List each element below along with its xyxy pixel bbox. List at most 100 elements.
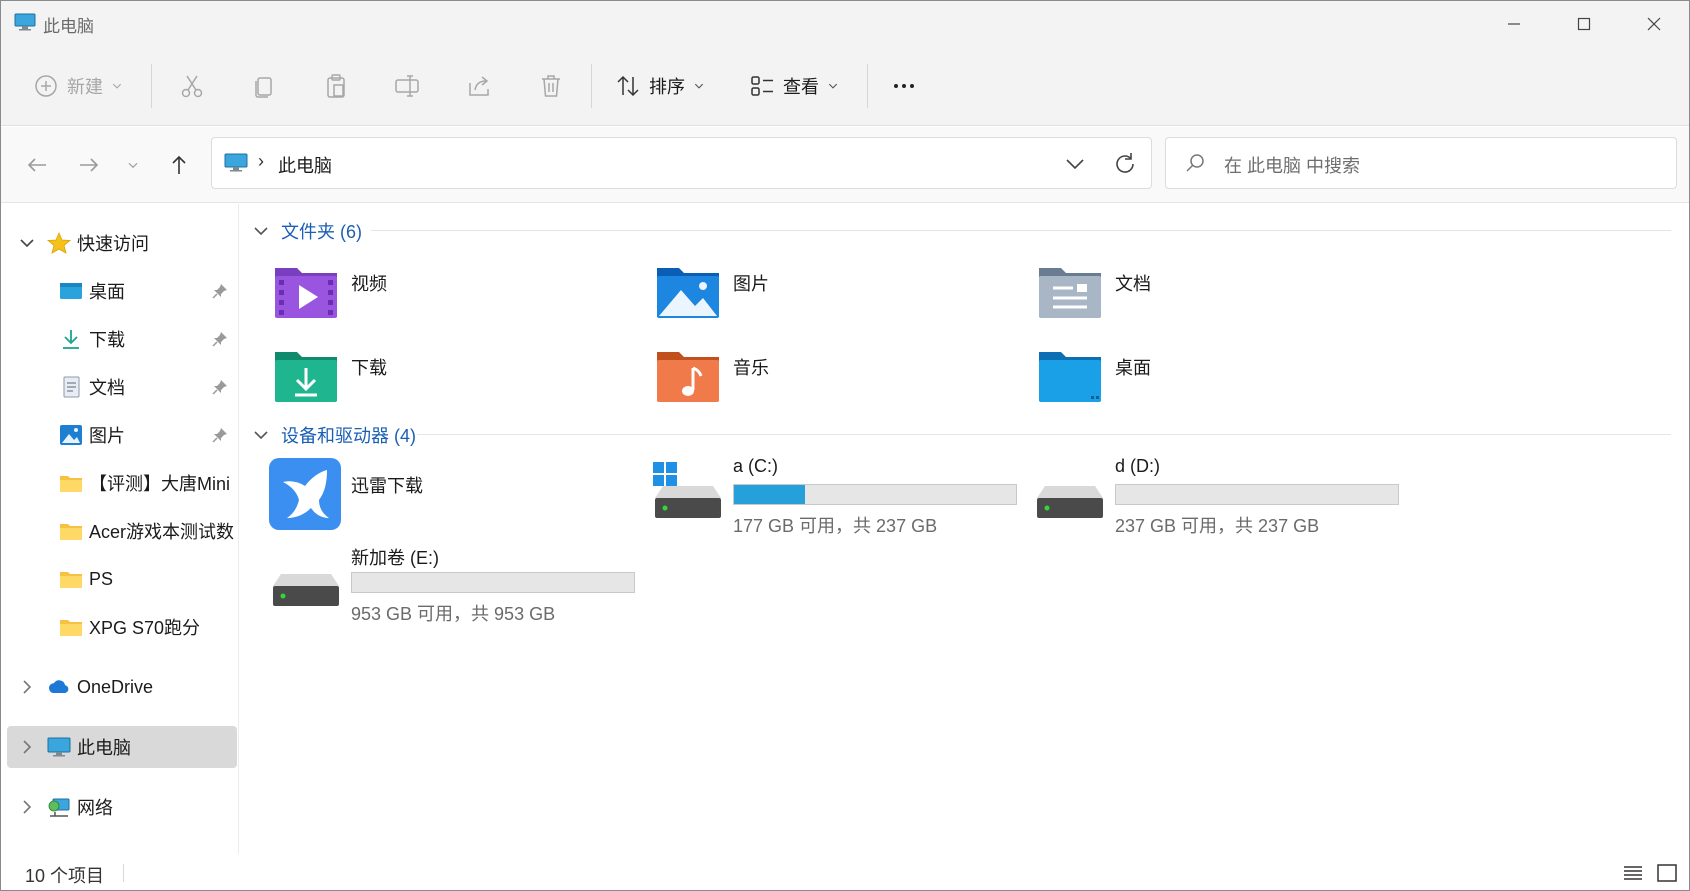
nav-network[interactable]: 网络 [7, 786, 237, 828]
view-button[interactable]: 查看 [749, 66, 839, 106]
status-divider [123, 864, 124, 882]
back-button[interactable] [19, 147, 55, 183]
command-bar: 新建 排序 查看 [1, 46, 1689, 126]
minimize-button[interactable] [1479, 1, 1549, 46]
nav-this-pc[interactable]: 此电脑 [7, 726, 237, 768]
sort-icon [617, 75, 639, 97]
paste-icon [327, 74, 345, 98]
devices-group-header[interactable]: 设备和驱动器 (4) [253, 422, 416, 448]
nav-onedrive[interactable]: OneDrive [7, 666, 237, 708]
view-icon [751, 76, 773, 96]
file-explorer-window: 此电脑 新建 排序 查看 › 此电脑 在 此电脑 中搜索 快速访问 桌面 下载 … [0, 0, 1690, 891]
details-view-icon[interactable] [1621, 862, 1645, 884]
rename-button[interactable] [394, 66, 420, 106]
new-button[interactable]: 新建 [33, 66, 123, 106]
folder-icon [60, 572, 82, 588]
documents-folder-icon [1039, 268, 1101, 318]
nav-this-pc-label: 此电脑 [77, 738, 131, 758]
drive-e-usage-bar [351, 572, 635, 593]
nav-folder-review[interactable]: 【评测】大唐Mini [7, 462, 237, 504]
nav-folder-review-label: 【评测】大唐Mini [89, 474, 231, 494]
chevron-right-icon[interactable] [19, 799, 35, 815]
chevron-down-icon [828, 83, 838, 89]
document-icon [63, 376, 80, 398]
download-icon [63, 330, 79, 349]
folder-tile-downloads[interactable]: 下载 [263, 338, 633, 418]
up-button[interactable] [161, 147, 197, 183]
more-options-button[interactable] [891, 66, 917, 106]
nav-quick-access[interactable]: 快速访问 [7, 222, 237, 264]
folder-tile-desktop-label: 桌面 [1115, 358, 1151, 378]
large-icons-view-icon[interactable] [1655, 862, 1679, 884]
cut-button[interactable] [179, 66, 205, 106]
search-placeholder: 在 此电脑 中搜索 [1224, 156, 1361, 176]
copy-button[interactable] [251, 66, 277, 106]
more-icon [894, 84, 914, 88]
nav-downloads-label: 下载 [89, 330, 125, 350]
folders-group-header[interactable]: 文件夹 (6) [253, 218, 362, 244]
search-input[interactable]: 在 此电脑 中搜索 [1165, 137, 1677, 189]
drive-e-name: 新加卷 (E:) [351, 548, 439, 568]
nav-pictures[interactable]: 图片 [7, 414, 237, 456]
chevron-down-icon[interactable] [19, 235, 35, 251]
delete-button[interactable] [538, 66, 564, 106]
nav-onedrive-label: OneDrive [77, 676, 154, 697]
videos-folder-icon [275, 268, 337, 318]
nav-quick-access-label: 快速访问 [77, 234, 149, 254]
address-history-dropdown-icon[interactable] [1061, 150, 1089, 178]
folder-tile-music-label: 音乐 [733, 358, 769, 378]
folder-tile-documents[interactable]: 文档 [1027, 254, 1397, 334]
refresh-icon[interactable] [1111, 150, 1139, 178]
this-pc-icon [14, 13, 36, 31]
nav-folder-xpg[interactable]: XPG S70跑分 [7, 606, 237, 648]
drive-tile-c[interactable]: a (C:) 177 GB 可用，共 237 GB [645, 456, 1025, 536]
title-bar: 此电脑 [1, 1, 1689, 46]
pin-icon [212, 428, 227, 443]
drive-d-usage-bar [1115, 484, 1399, 505]
chevron-down-icon [694, 83, 704, 89]
content-pane: 文件夹 (6) 视频 图片 文档 下载 音乐 桌面 设备和驱动器 (4) 迅雷下… [241, 204, 1689, 854]
folder-tile-videos[interactable]: 视频 [263, 254, 633, 334]
folder-tile-music[interactable]: 音乐 [645, 338, 1015, 418]
rename-icon [395, 75, 419, 97]
breadcrumb-separator: › [258, 151, 264, 171]
drive-tile-d[interactable]: d (D:) 237 GB 可用，共 237 GB [1027, 456, 1407, 536]
drive-tile-e[interactable]: 新加卷 (E:) 953 GB 可用，共 953 GB [263, 544, 643, 624]
group-divider [417, 434, 1671, 435]
paste-button[interactable] [323, 66, 349, 106]
onedrive-icon [48, 680, 69, 693]
nav-downloads[interactable]: 下载 [7, 318, 237, 360]
item-count: 10 个项目 [25, 866, 105, 886]
arrow-right-icon [80, 158, 99, 172]
nav-folder-acer[interactable]: Acer游戏本测试数 [7, 510, 237, 552]
address-bar[interactable]: › 此电脑 [211, 137, 1152, 189]
nav-documents[interactable]: 文档 [7, 366, 237, 408]
toolbar-divider [591, 64, 592, 108]
device-tile-xunlei[interactable]: 迅雷下载 [263, 456, 633, 536]
chevron-right-icon[interactable] [19, 739, 35, 755]
folder-tile-downloads-label: 下载 [351, 358, 387, 378]
breadcrumb-this-pc[interactable]: 此电脑 [278, 152, 332, 178]
nav-folder-acer-label: Acer游戏本测试数 [89, 522, 235, 542]
close-icon [1647, 17, 1661, 30]
forward-button[interactable] [71, 147, 107, 183]
trash-icon [542, 75, 560, 97]
nav-folder-ps[interactable]: PS [7, 558, 237, 600]
music-folder-icon [657, 352, 719, 402]
nav-desktop[interactable]: 桌面 [7, 270, 237, 312]
system-drive-icon [653, 462, 721, 518]
pin-icon [212, 332, 227, 347]
toolbar-divider [151, 64, 152, 108]
maximize-button[interactable] [1549, 1, 1619, 46]
xunlei-icon [269, 458, 341, 530]
close-button[interactable] [1619, 1, 1689, 46]
sort-button[interactable]: 排序 [615, 66, 705, 106]
add-circle-icon [35, 75, 57, 97]
folder-tile-desktop[interactable]: 桌面 [1027, 338, 1397, 418]
recent-locations-button[interactable] [115, 147, 151, 183]
chevron-right-icon[interactable] [19, 679, 35, 695]
desktop-folder-icon [1039, 352, 1101, 402]
share-button[interactable] [466, 66, 492, 106]
folder-tile-pictures[interactable]: 图片 [645, 254, 1015, 334]
pictures-folder-icon [657, 268, 719, 318]
